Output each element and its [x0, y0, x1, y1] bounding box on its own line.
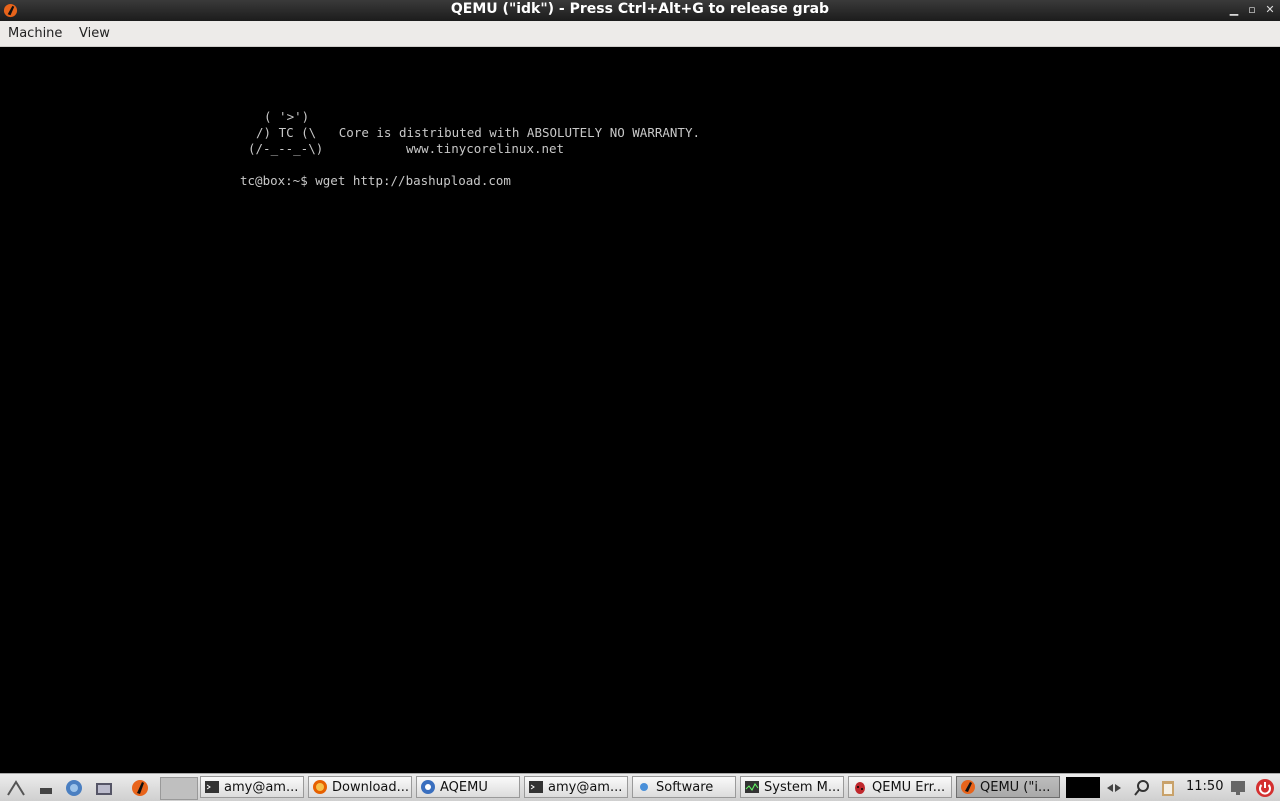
task-label: QEMU Err...	[872, 779, 946, 795]
maximize-button[interactable]: ▫	[1246, 2, 1258, 18]
close-button[interactable]: ✕	[1264, 2, 1276, 18]
console-line-warranty: /) TC (\ Core is distributed with ABSOLU…	[256, 125, 701, 140]
power-icon[interactable]	[1255, 778, 1275, 798]
console-line-website: (/-_--_-\) www.tinycorelinux.net	[248, 141, 565, 156]
console-prompt-command: tc@box:~$ wget http://bashupload.com	[240, 173, 511, 188]
qemu-icon	[961, 780, 975, 794]
task-qemu-active[interactable]: QEMU ("i...	[956, 776, 1060, 798]
task-label: amy@am...	[548, 779, 623, 795]
console-line-ascii-head: ( '>')	[264, 109, 310, 124]
network-icon[interactable]	[64, 778, 84, 798]
task-system-monitor[interactable]: System M...	[740, 776, 844, 798]
task-label: AQEMU	[440, 779, 488, 795]
aqemu-icon	[421, 780, 435, 794]
pager[interactable]	[160, 777, 198, 800]
window-title: QEMU ("idk") - Press Ctrl+Alt+G to relea…	[450, 1, 830, 17]
system-monitor-icon	[745, 781, 759, 793]
monitor-icon[interactable]	[1228, 778, 1248, 798]
tray-arrows-icon[interactable]	[1104, 778, 1124, 798]
task-terminal-1[interactable]: amy@am...	[200, 776, 304, 798]
qemu-launcher-icon[interactable]	[130, 778, 150, 798]
software-icon	[640, 783, 648, 791]
search-icon[interactable]	[1132, 778, 1152, 798]
menu-view[interactable]: View	[79, 26, 110, 41]
file-manager-icon[interactable]	[94, 778, 114, 798]
bug-icon	[855, 782, 865, 794]
show-desktop-icon[interactable]	[36, 778, 56, 798]
task-label: Software	[656, 779, 714, 795]
task-label: amy@am...	[224, 779, 299, 795]
task-label: Download...	[332, 779, 410, 795]
task-software[interactable]: Software	[632, 776, 736, 798]
task-aqemu[interactable]: AQEMU	[416, 776, 520, 798]
clock[interactable]: 11:50	[1186, 779, 1223, 794]
menubar: Machine View	[0, 21, 1280, 47]
task-qemu-error[interactable]: QEMU Err...	[848, 776, 952, 798]
task-label: System M...	[764, 779, 841, 795]
minimize-button[interactable]: ▁	[1228, 2, 1240, 18]
terminal-icon	[205, 781, 219, 793]
tray-blank-area	[1066, 777, 1100, 798]
guest-console[interactable]: ( '>') /) TC (\ Core is distributed with…	[0, 47, 1280, 773]
menu-machine[interactable]: Machine	[8, 26, 62, 41]
terminal-icon	[529, 781, 543, 793]
task-label: QEMU ("i...	[980, 779, 1051, 795]
clipboard-icon[interactable]	[1158, 778, 1178, 798]
firefox-icon	[313, 780, 327, 794]
window-titlebar[interactable]: QEMU ("idk") - Press Ctrl+Alt+G to relea…	[0, 0, 1280, 21]
menu-icon[interactable]	[6, 778, 26, 798]
task-terminal-2[interactable]: amy@am...	[524, 776, 628, 798]
task-downloads[interactable]: Download...	[308, 776, 412, 798]
taskbar: amy@am... Download... AQEMU amy@am... So…	[0, 773, 1280, 801]
